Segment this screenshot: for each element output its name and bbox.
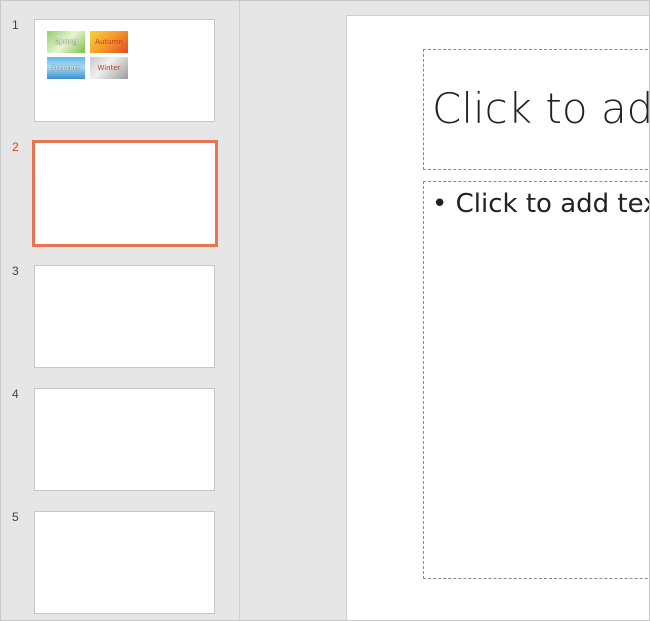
slide-number: 2 bbox=[12, 140, 19, 154]
slide-thumbnail-4[interactable] bbox=[34, 388, 215, 491]
mini-label: Winter bbox=[97, 64, 121, 72]
autumn-image: Autumn bbox=[90, 31, 128, 53]
slide-number: 5 bbox=[12, 510, 19, 524]
mini-label: Spring bbox=[54, 38, 78, 46]
summer-image: Summer bbox=[47, 57, 85, 79]
app-frame: 1 Spring Autumn Summer Winter 2 3 4 5 Cl… bbox=[0, 0, 650, 621]
bullet-line: • Click to add text bbox=[432, 189, 650, 219]
slide-number: 3 bbox=[12, 264, 19, 278]
slide-thumbnail-1[interactable]: Spring Autumn Summer Winter bbox=[34, 19, 215, 122]
slide-thumbnail-3[interactable] bbox=[34, 265, 215, 368]
slide-thumbnail-2[interactable] bbox=[32, 140, 218, 247]
slide-thumbnail-pane[interactable]: 1 Spring Autumn Summer Winter 2 3 4 5 bbox=[1, 1, 240, 620]
slide-number: 4 bbox=[12, 387, 19, 401]
content-placeholder[interactable]: • Click to add text bbox=[423, 181, 650, 579]
spring-image: Spring bbox=[47, 31, 85, 53]
title-placeholder[interactable]: Click to add title bbox=[423, 49, 649, 170]
slide-thumbnail-5[interactable] bbox=[34, 511, 215, 614]
mini-label: Autumn bbox=[95, 38, 123, 46]
bullet-icon: • bbox=[432, 189, 448, 219]
content-placeholder-text: Click to add text bbox=[455, 189, 650, 219]
title-placeholder-text: Click to add title bbox=[432, 84, 649, 133]
slide-canvas[interactable]: Click to add title • Click to add text bbox=[346, 15, 650, 620]
mini-label: Summer bbox=[51, 64, 81, 72]
slide-number: 1 bbox=[12, 18, 19, 32]
slide-editor: Click to add title • Click to add text bbox=[240, 1, 649, 620]
winter-image: Winter bbox=[90, 57, 128, 79]
